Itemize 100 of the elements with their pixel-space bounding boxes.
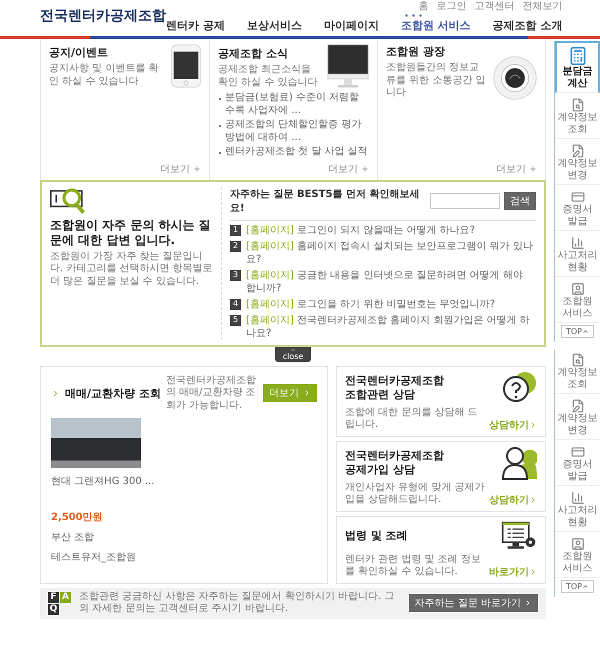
- caret-icon: [582, 328, 589, 335]
- document-search-icon: [570, 353, 584, 367]
- faq-headline: 조합원이 자주 문의 하시는 질문에 대한 답변 입니다.: [50, 218, 212, 248]
- number-badge: 2: [230, 240, 241, 252]
- person-card-icon: [570, 537, 584, 551]
- faq-heading: 자주하는 질문 BEST5를 먼저 확인해보세요!: [230, 188, 420, 214]
- nav-item[interactable]: 마이페이지: [324, 15, 379, 33]
- bar-chart-icon: [570, 491, 584, 505]
- plus-icon: [529, 164, 537, 172]
- utility-link[interactable]: 고객센터: [474, 0, 515, 13]
- news-item[interactable]: 분담금(보험료) 수준이 저렴할수록 사업자에 ...: [218, 92, 369, 117]
- monitor-drawing: [327, 44, 369, 89]
- quick-menu-item[interactable]: 조합원 서비스: [555, 279, 600, 323]
- utility-link[interactable]: 홈: [418, 0, 429, 13]
- vehicle-price: 2,500만원: [51, 511, 104, 524]
- smartphone-drawing: [171, 44, 201, 88]
- nav-item[interactable]: 공제조합 소개: [492, 15, 563, 33]
- card-description: 공지사항 및 이벤트를 확인 하실 수 있습니다: [49, 63, 160, 88]
- faq-description: 조합원이 가장 자주 찾는 질문입니다. 카테고리를 선택하시면 항목별로 더 많은 질문을 보실 수 있습니다.: [50, 250, 214, 288]
- number-badge: 3: [230, 270, 241, 280]
- card-title: 조합원 광장: [386, 44, 446, 59]
- photo-placeholder[interactable]: [51, 418, 141, 468]
- number-badge: 1: [230, 224, 241, 236]
- number-badge: 5: [230, 314, 241, 326]
- quick-menu-item[interactable]: 계약정보 조회: [555, 350, 600, 394]
- site-logo[interactable]: 전국렌터카공제조합: [40, 7, 166, 25]
- section-description: 전국렌터카공제조합의 매매/교환차량 조회가 가능합니다.: [166, 374, 257, 412]
- document-search-icon: [570, 98, 584, 112]
- news-item[interactable]: 렌터카공제조합 첫 달 사업 실적: [218, 146, 369, 158]
- card-description: 개인사업자 유형에 맞게 공제가입을 상담해드립니다.: [345, 482, 485, 506]
- person-icon: [501, 446, 537, 480]
- chevron-icon: [51, 388, 60, 398]
- card-description: 공제조합 최근소식을 확인 하실 수 있습니다: [218, 64, 319, 89]
- vehicle-location: 부산 조합: [51, 531, 96, 544]
- top-button[interactable]: TOP: [560, 580, 594, 593]
- news-item[interactable]: 공제조합의 단체할인할증 평가방법에 대하여 ...: [218, 119, 369, 144]
- card-description: 렌터카 관련 법령 및 조례 정보를 확인하실 수 있습니다.: [345, 554, 482, 578]
- card-title: 전국렌터카공제조합: [345, 448, 445, 462]
- more-link[interactable]: 더보기: [160, 162, 201, 176]
- close-tab[interactable]: close: [274, 346, 312, 362]
- faq-question[interactable]: [홈페이지] 궁금한 내용을 인터넷으로 질문하려면 어떻게 해야 합니까?: [246, 268, 536, 294]
- chevron-icon: [524, 599, 532, 607]
- card-title: 법령 및 조례: [345, 529, 409, 543]
- utility-link[interactable]: 로그인: [436, 0, 467, 13]
- quick-menu-item[interactable]: 계약정보 변경: [555, 141, 600, 185]
- quick-menu-item[interactable]: 증명서 발급: [555, 442, 600, 486]
- chevron-icon: [303, 389, 311, 398]
- coffee-cup-drawing: [493, 56, 537, 100]
- vehicle-seller: 테스트유저_조합원: [51, 551, 137, 564]
- quick-menu-item[interactable]: 증명서 발급: [555, 187, 600, 231]
- faq-question[interactable]: [홈페이지] 로그인이 되지 않을때는 어떻게 하나요?: [246, 224, 476, 236]
- faq-letter: A: [60, 592, 71, 602]
- banner-text: 조합관련 궁금하신 사항은 자주하는 질문에서 확인하시기 바랍니다. 그 외 자세한 문의는 고객센터로 주시기 바랍니다.: [79, 590, 396, 616]
- document-pen-icon: [570, 144, 584, 158]
- card-title: 공제가입 상담: [345, 462, 416, 476]
- card-title: 공제조합 소식: [218, 46, 289, 61]
- bar-chart-icon: [570, 236, 584, 250]
- top-button[interactable]: TOP: [560, 325, 594, 338]
- chevron-icon: [529, 420, 537, 428]
- chevron-icon: [529, 568, 537, 576]
- faq-letter: Q: [48, 604, 59, 614]
- quick-menu-item[interactable]: 계약정보 조회: [555, 95, 600, 139]
- quick-menu-item[interactable]: 사고처리 현황: [555, 233, 600, 277]
- vehicle-name[interactable]: 현대 그랜져HG 300 ...: [51, 474, 317, 488]
- nav-item[interactable]: 보상서비스: [246, 15, 302, 33]
- card-description: 조합원들간의 정보교류를 위한 소통공간 입니다: [386, 62, 487, 100]
- person-card-icon: [570, 282, 584, 296]
- quick-menu-item[interactable]: 조합원 서비스: [555, 534, 600, 578]
- card-icon: [570, 190, 584, 204]
- quick-menu-item[interactable]: 계약정보 변경: [555, 396, 600, 440]
- nav-item[interactable]: 렌터카 공제: [166, 15, 225, 33]
- section-title: 매매/교환차량 조회: [65, 386, 161, 401]
- faq-question[interactable]: [홈페이지] 전국렌터카공제조합 홈페이지 회원가입은 어떻게 하나요?: [246, 314, 536, 340]
- faq-letter: F: [48, 592, 59, 602]
- search-field[interactable]: [430, 192, 500, 208]
- question-bubble-icon: [501, 370, 537, 404]
- faq-button[interactable]: 자주하는 질문 바로가기: [408, 594, 538, 612]
- quick-menu-item[interactable]: 사고처리 현황: [555, 488, 600, 532]
- plus-icon: [361, 164, 369, 172]
- number-badge: 4: [230, 298, 241, 310]
- search-button[interactable]: 검색: [504, 192, 536, 210]
- monitor-gear-icon: [501, 520, 537, 552]
- chevron-icon: [529, 496, 537, 504]
- more-link[interactable]: 더보기: [328, 162, 369, 176]
- more-link[interactable]: 더보기: [496, 162, 537, 176]
- document-pen-icon: [570, 399, 584, 413]
- quick-menu-item[interactable]: 분담금 계산: [555, 41, 600, 93]
- faq-question[interactable]: [홈페이지] 로그인을 하기 위한 비밀번호는 무엇입니까?: [246, 298, 496, 310]
- caret-icon: [582, 583, 589, 590]
- utility-link[interactable]: 전체보기: [522, 0, 563, 13]
- card-icon: [570, 445, 584, 459]
- plus-icon: [193, 164, 201, 172]
- card-title: 조합관련 상담: [345, 388, 416, 402]
- card-description: 조합에 대한 문의를 상담해 드립니다.: [345, 406, 479, 432]
- card-title: 전국렌터카공제조합: [345, 374, 445, 388]
- nav-item[interactable]: 조합원 서비스: [400, 15, 471, 33]
- card-title: 공지/이벤트: [49, 45, 110, 60]
- faq-question[interactable]: [홈페이지] 홈페이지 접속시 설치되는 보안프로그램이 뭐가 있나요?: [246, 240, 536, 266]
- caret-icon: [290, 346, 296, 352]
- calculator-icon: [568, 46, 588, 66]
